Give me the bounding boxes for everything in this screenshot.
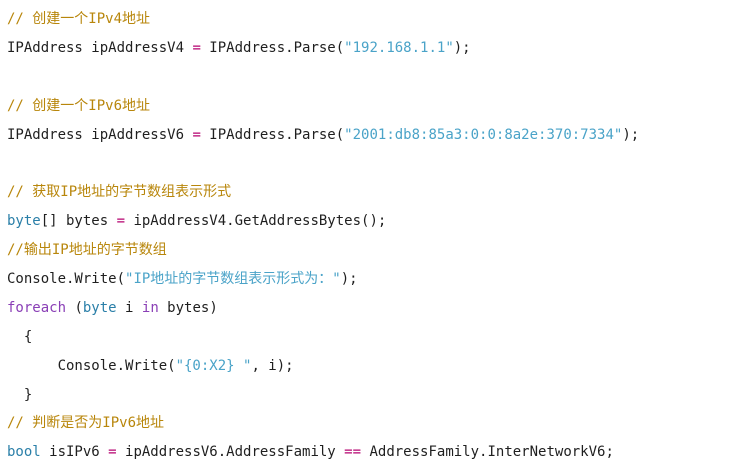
code-line: IPAddress ipAddressV6 = IPAddress.Parse(… [7, 121, 639, 150]
code-token: } [7, 386, 33, 403]
code-token: Console.Write( [7, 271, 126, 288]
keyword: foreach [7, 299, 67, 316]
code-comment: // 判断是否为IPv6地址 [7, 415, 165, 432]
type-keyword: bool [7, 444, 41, 461]
code-token: ( [66, 299, 83, 316]
operator: = [192, 39, 201, 56]
code-line: Console.Write("{0:X2} ", i); [7, 352, 639, 381]
type-keyword: byte [7, 213, 41, 230]
code-token: isIPv6 [40, 444, 109, 461]
code-comment: // 创建一个IPv4地址 [7, 11, 151, 27]
keyword: in [141, 299, 159, 316]
code-token: ipAddressV6.AddressFamily [116, 444, 345, 461]
code-line: //输出IP地址的字节数组 [7, 236, 639, 265]
code-view: // 创建一个IPv4地址 IPAddress ipAddressV4 = IPA… [7, 5, 639, 467]
code-line: Console.Write("IP地址的字节数组表示形式为："); [7, 265, 639, 294]
code-token: IPAddress ipAddressV6 [7, 126, 193, 143]
code-line: // 获取IP地址的字节数组表示形式 [7, 178, 639, 207]
string-literal: "IP地址的字节数组表示形式为：" [125, 271, 341, 288]
code-line: // 创建一个IPv4地址 [7, 5, 639, 34]
code-token: ); [622, 126, 640, 143]
code-token: i [116, 299, 142, 316]
code-comment: //输出IP地址的字节数组 [7, 242, 167, 259]
code-token: , i); [251, 357, 294, 374]
code-line: byte[] bytes = ipAddressV4.GetAddressByt… [7, 207, 639, 236]
code-line: // 创建一个IPv6地址 [7, 92, 639, 121]
code-token: IPAddress ipAddressV4 [7, 39, 193, 56]
code-line: IPAddress ipAddressV4 = IPAddress.Parse(… [7, 34, 639, 63]
code-token: { [7, 328, 33, 345]
code-token: Console.Write( [7, 357, 176, 374]
string-literal: "192.168.1.1" [344, 39, 454, 56]
code-token: [] bytes [40, 213, 117, 230]
operator: = [192, 126, 201, 143]
code-token: AddressFamily.InterNetworkV6; [361, 444, 614, 461]
code-token: ); [453, 39, 471, 56]
type-keyword: byte [82, 299, 117, 316]
operator: = [116, 213, 126, 230]
code-comment: // 创建一个IPv6地址 [7, 97, 151, 114]
code-line: // 判断是否为IPv6地址 [7, 409, 639, 438]
code-comment: // 获取IP地址的字节数组表示形式 [7, 184, 232, 201]
code-line: } [7, 381, 639, 410]
code-line: foreach (byte i in bytes) [7, 294, 639, 323]
code-token: ipAddressV4.GetAddressBytes(); [125, 213, 387, 230]
code-token: bytes) [158, 299, 218, 316]
code-line: { [7, 323, 639, 352]
operator: == [344, 444, 362, 461]
code-token: ); [340, 271, 358, 288]
string-literal: "{0:X2} " [175, 357, 252, 374]
operator: = [108, 444, 117, 461]
string-literal: "2001:db8:85a3:0:0:8a2e:370:7334" [344, 126, 623, 143]
code-token: IPAddress.Parse( [200, 126, 345, 143]
code-line: bool isIPv6 = ipAddressV6.AddressFamily … [7, 438, 639, 467]
code-token: IPAddress.Parse( [200, 39, 345, 56]
